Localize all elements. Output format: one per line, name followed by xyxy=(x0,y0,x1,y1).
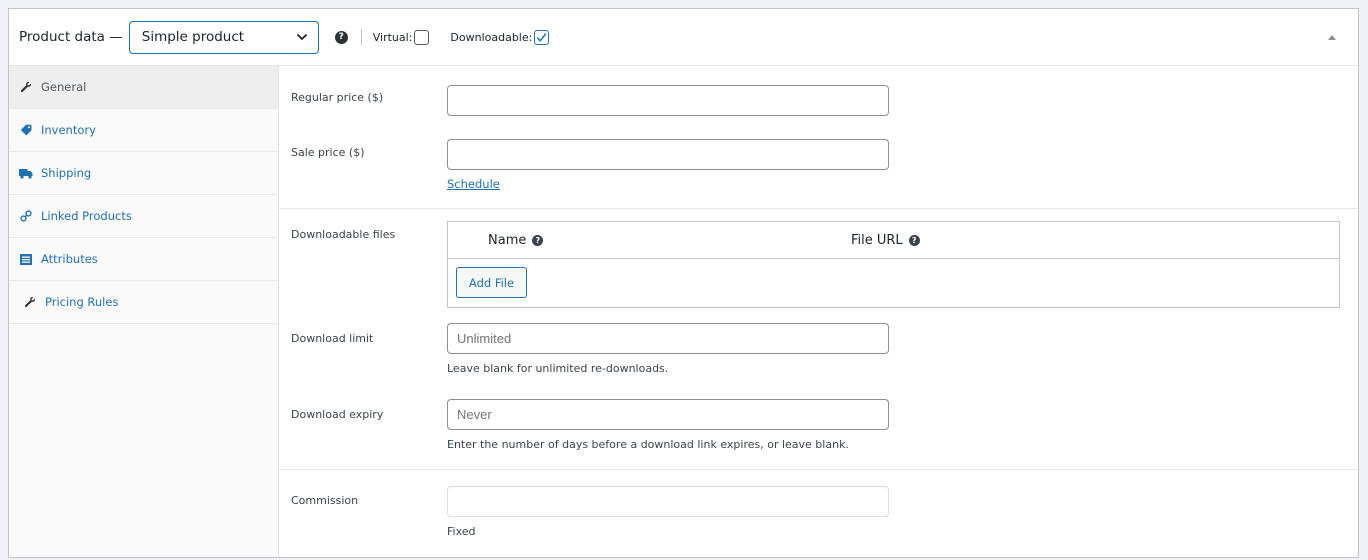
downloadable-checkbox[interactable] xyxy=(534,29,550,45)
product-data-body: General Inventory Shipping Linked Produc… xyxy=(9,66,1358,557)
column-label: File URL xyxy=(851,233,903,248)
help-icon[interactable]: ? xyxy=(908,235,920,246)
tab-label: Pricing Rules xyxy=(45,295,119,309)
tab-attributes[interactable]: Attributes xyxy=(9,238,278,281)
product-type-value: Simple product xyxy=(141,29,245,45)
commission-input[interactable] xyxy=(447,486,889,517)
download-expiry-input[interactable] xyxy=(447,399,889,430)
tab-inventory[interactable]: Inventory xyxy=(9,109,278,152)
product-data-header: Product data — Simple product ? Virtual:… xyxy=(9,9,1358,66)
tag-icon xyxy=(19,124,33,136)
tab-linked-products[interactable]: Linked Products xyxy=(9,195,278,238)
pricing-section: Regular price ($) Sale price ($) Schedul… xyxy=(279,66,1358,209)
link-icon xyxy=(19,210,33,222)
general-tab-content: Regular price ($) Sale price ($) Schedul… xyxy=(279,66,1358,557)
help-icon[interactable]: ? xyxy=(532,235,544,246)
sale-price-label: Sale price ($) xyxy=(291,146,365,159)
file-url-column-header: File URL ? xyxy=(851,233,920,248)
divider xyxy=(360,29,362,45)
tab-general[interactable]: General xyxy=(9,66,278,109)
wrench-icon xyxy=(23,296,37,308)
list-icon xyxy=(19,253,33,265)
collapse-arrow-icon[interactable] xyxy=(1328,35,1336,40)
download-limit-input[interactable] xyxy=(447,323,889,354)
download-limit-label: Download limit xyxy=(291,332,374,345)
tab-label: Linked Products xyxy=(41,209,132,223)
tab-label: General xyxy=(41,80,87,94)
tab-label: Attributes xyxy=(41,252,98,266)
virtual-label: Virtual: xyxy=(372,30,413,44)
virtual-checkbox[interactable] xyxy=(414,29,430,45)
truck-icon xyxy=(19,167,33,179)
files-table-header: Name ? File URL ? xyxy=(448,222,1339,259)
downloadable-label: Downloadable: xyxy=(450,30,533,44)
commission-section: Commission Fixed xyxy=(279,470,1358,557)
tab-label: Inventory xyxy=(41,123,96,137)
product-type-select[interactable]: Simple product xyxy=(128,20,319,54)
checkmark-icon xyxy=(537,32,547,42)
download-expiry-label: Download expiry xyxy=(291,408,384,421)
regular-price-input[interactable] xyxy=(447,85,889,116)
schedule-link[interactable]: Schedule xyxy=(447,177,500,191)
tab-shipping[interactable]: Shipping xyxy=(9,152,278,195)
commission-description: Fixed xyxy=(447,525,476,538)
tab-label: Shipping xyxy=(41,166,92,180)
chevron-down-icon xyxy=(296,33,307,40)
downloadable-files-table: Name ? File URL ? Add File xyxy=(447,221,1340,308)
download-limit-description: Leave blank for unlimited re-downloads. xyxy=(447,362,669,375)
column-label: Name xyxy=(488,233,527,248)
name-column-header: Name ? xyxy=(488,233,544,248)
downloadable-files-label: Downloadable files xyxy=(291,228,396,241)
product-data-title: Product data — xyxy=(19,29,123,45)
sale-price-input[interactable] xyxy=(447,139,889,170)
product-data-panel: Product data — Simple product ? Virtual:… xyxy=(8,8,1359,558)
downloads-section: Downloadable files Name ? File URL ? Add… xyxy=(279,209,1358,470)
add-file-button[interactable]: Add File xyxy=(456,267,527,298)
wrench-icon xyxy=(19,81,33,93)
commission-label: Commission xyxy=(291,494,359,507)
regular-price-label: Regular price ($) xyxy=(291,91,384,104)
download-expiry-description: Enter the number of days before a downlo… xyxy=(447,438,849,451)
tab-pricing-rules[interactable]: Pricing Rules xyxy=(9,281,278,324)
product-data-tabs: General Inventory Shipping Linked Produc… xyxy=(9,66,279,557)
help-icon[interactable]: ? xyxy=(334,30,348,44)
